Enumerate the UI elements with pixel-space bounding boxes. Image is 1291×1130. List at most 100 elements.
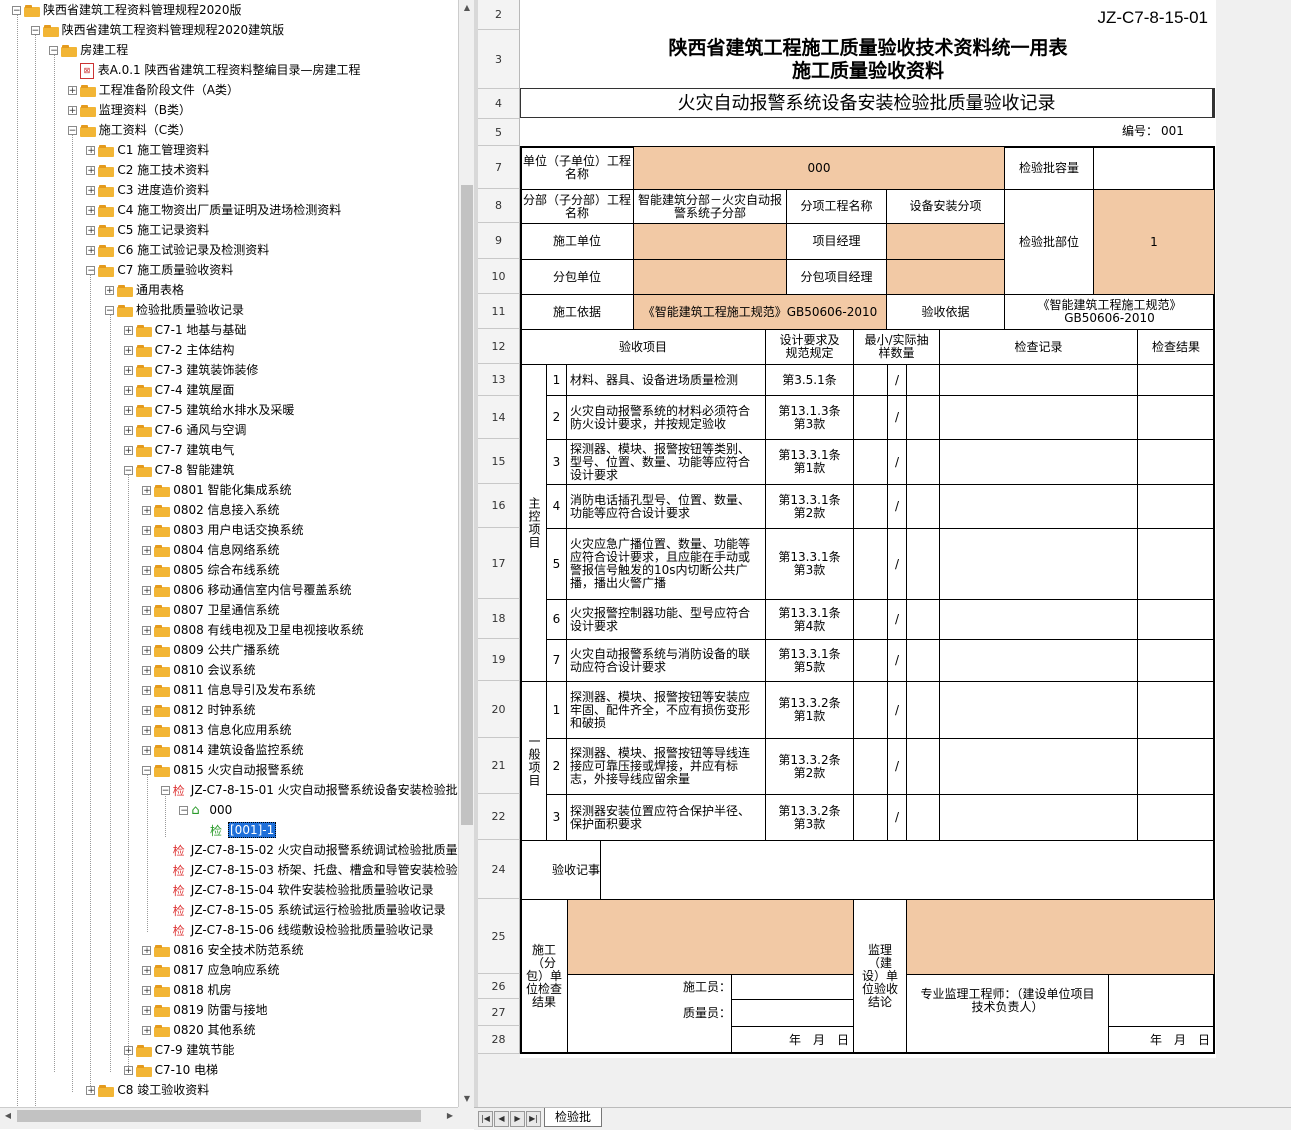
row-header[interactable]: 11	[478, 294, 520, 329]
item-record[interactable]	[939, 794, 1138, 841]
tree-node[interactable]: − 0815 火灾自动报警系统	[142, 760, 304, 780]
expand-icon[interactable]: +	[123, 346, 133, 356]
item-sample-actual[interactable]	[906, 738, 940, 795]
row-header[interactable]: 14	[478, 396, 520, 439]
item-sample-min[interactable]	[853, 738, 888, 795]
expand-icon[interactable]: +	[142, 586, 152, 596]
tree-node[interactable]: +0816 安全技术防范系统	[142, 940, 304, 960]
tree-node-label[interactable]: C3 进度造价资料	[117, 183, 209, 197]
tree-node-label[interactable]: 陕西省建筑工程资料管理规程2020建筑版	[62, 23, 285, 37]
tree-node-label[interactable]: 0807 卫星通信系统	[173, 603, 279, 617]
expand-icon[interactable]: +	[142, 1006, 152, 1016]
item-result[interactable]	[1137, 439, 1215, 485]
tree-node-label[interactable]: C7-4 建筑屋面	[155, 383, 235, 397]
expand-icon[interactable]: +	[142, 566, 152, 576]
row-header[interactable]: 13	[478, 364, 520, 396]
row-header[interactable]: 16	[478, 484, 520, 528]
tree-node-label[interactable]: 000	[209, 803, 232, 817]
worker-value[interactable]	[731, 974, 854, 1000]
tree-node-label[interactable]: 工程准备阶段文件（A类）	[99, 83, 239, 97]
item-record[interactable]	[939, 639, 1138, 682]
tree-node[interactable]: + C6 施工试验记录及检测资料	[86, 240, 269, 260]
item-result[interactable]	[1137, 794, 1215, 841]
tree-node[interactable]: + C7-7 建筑电气	[123, 440, 234, 460]
tree-node-label[interactable]: 0813 信息化应用系统	[173, 723, 291, 737]
expand-icon[interactable]: +	[86, 206, 96, 216]
tree-node[interactable]: + C7-5 建筑给水排水及采暖	[123, 400, 294, 420]
pm-value[interactable]	[886, 223, 1005, 260]
tree-node[interactable]: +0811 信息导引及发布系统	[142, 680, 316, 700]
tree-node-label[interactable]: 检验批质量验收记录	[136, 303, 244, 317]
tree-node[interactable]: + C7-1 地基与基础	[123, 320, 246, 340]
tree-node[interactable]: +0820 其他系统	[142, 1020, 256, 1040]
row-header[interactable]: 24	[478, 840, 520, 899]
tree-node-label[interactable]: C4 施工物资出厂质量证明及进场检测资料	[117, 203, 341, 217]
row-header[interactable]: 8	[478, 189, 520, 223]
tree-node[interactable]: +0803 用户电话交换系统	[142, 520, 304, 540]
expand-icon[interactable]: +	[86, 186, 96, 196]
row-header[interactable]: 15	[478, 439, 520, 484]
tree-node-label[interactable]: C7 施工质量验收资料	[117, 263, 233, 277]
unit-value[interactable]: 000	[633, 146, 1005, 190]
collapse-icon[interactable]: −	[49, 46, 59, 56]
expand-icon[interactable]: +	[142, 1026, 152, 1036]
row-header[interactable]: 4	[478, 89, 520, 119]
basis-value[interactable]: 《智能建筑工程施工规范》GB50606-2010	[633, 294, 887, 330]
tree-node-label[interactable]: C7-2 主体结构	[155, 343, 235, 357]
expand-icon[interactable]: +	[123, 1066, 133, 1076]
expand-icon[interactable]: +	[142, 706, 152, 716]
item-sample-min[interactable]	[853, 364, 888, 396]
item-sample-actual[interactable]	[906, 681, 940, 739]
expand-icon[interactable]: +	[105, 286, 114, 296]
tree-node-label[interactable]: C7-10 电梯	[155, 1063, 218, 1077]
tree-node[interactable]: + 监理资料（B类）	[67, 100, 191, 120]
tree-node[interactable]: 检 JZ-C7-8-15-02 火灾自动报警系统调试检验批质量	[161, 840, 458, 860]
tree-node-label[interactable]: 0814 建筑设备监控系统	[173, 743, 303, 757]
sub-pm-value[interactable]	[886, 259, 1005, 295]
expand-icon[interactable]: +	[142, 746, 152, 756]
expand-icon[interactable]: +	[86, 1086, 96, 1096]
tree-node-label[interactable]: C8 竣工验收资料	[117, 1083, 209, 1097]
expand-icon[interactable]: +	[123, 406, 133, 416]
tree-node[interactable]: 检 JZ-C7-8-15-05 系统试运行检验批质量验收记录	[161, 900, 446, 920]
tree-node-label[interactable]: JZ-C7-8-15-05 系统试运行检验批质量验收记录	[191, 903, 446, 917]
scroll-thumb-h[interactable]	[17, 1110, 421, 1122]
item-record[interactable]	[939, 395, 1138, 440]
tree-node[interactable]: +0804 信息网络系统	[142, 540, 280, 560]
row-header[interactable]: 21	[478, 738, 520, 794]
tree-node-label[interactable]: C7-3 建筑装饰装修	[155, 363, 259, 377]
tree-node-label[interactable]: 0816 安全技术防范系统	[173, 943, 303, 957]
tree-node-label[interactable]: JZ-C7-8-15-03 桥架、托盘、槽盒和导管安装检验	[191, 863, 458, 877]
expand-icon[interactable]: +	[123, 1046, 133, 1056]
quality-value[interactable]	[731, 999, 854, 1027]
item-sample-actual[interactable]	[906, 794, 940, 841]
subitem-value[interactable]: 设备安装分项	[886, 189, 1005, 224]
row-header[interactable]: 10	[478, 259, 520, 294]
division-value[interactable]: 智能建筑分部－火灾自动报警系统子分部	[633, 189, 787, 224]
expand-icon[interactable]: +	[142, 666, 152, 676]
tree-node[interactable]: 检 JZ-C7-8-15-04 软件安装检验批质量验收记录	[161, 880, 434, 900]
tree-node-label[interactable]: C7-6 通风与空调	[155, 423, 247, 437]
tree-node-label[interactable]: JZ-C7-8-15-01 火灾自动报警系统设备安装检验批	[191, 783, 458, 797]
row-header[interactable]: 7	[478, 146, 520, 189]
tree-node[interactable]: + C1 施工管理资料	[86, 140, 209, 160]
tree-node-label[interactable]: 0817 应急响应系统	[173, 963, 279, 977]
tree-node[interactable]: + C7-10 电梯	[123, 1060, 218, 1080]
item-sample-actual[interactable]	[906, 528, 940, 600]
tree-node[interactable]: + C7-2 主体结构	[123, 340, 235, 360]
tree-node[interactable]: +0801 智能化集成系统	[142, 480, 292, 500]
collapse-icon[interactable]: −	[30, 26, 40, 36]
tree-node[interactable]: +0802 信息接入系统	[142, 500, 280, 520]
contractor-value[interactable]	[633, 223, 787, 260]
tree-node[interactable]: − 陕西省建筑工程资料管理规程2020建筑版	[30, 20, 285, 40]
tree-node[interactable]: + C2 施工技术资料	[86, 160, 209, 180]
item-record[interactable]	[939, 484, 1138, 529]
item-sample-actual[interactable]	[906, 599, 940, 640]
item-result[interactable]	[1137, 528, 1215, 600]
item-sample-min[interactable]	[853, 681, 888, 739]
tree-node-label[interactable]: 房建工程	[80, 43, 128, 57]
row-header[interactable]: 22	[478, 794, 520, 840]
item-sample-min[interactable]	[853, 528, 888, 600]
tree-node-label[interactable]: C1 施工管理资料	[117, 143, 209, 157]
tree-node[interactable]: + C8 竣工验收资料	[86, 1080, 209, 1100]
